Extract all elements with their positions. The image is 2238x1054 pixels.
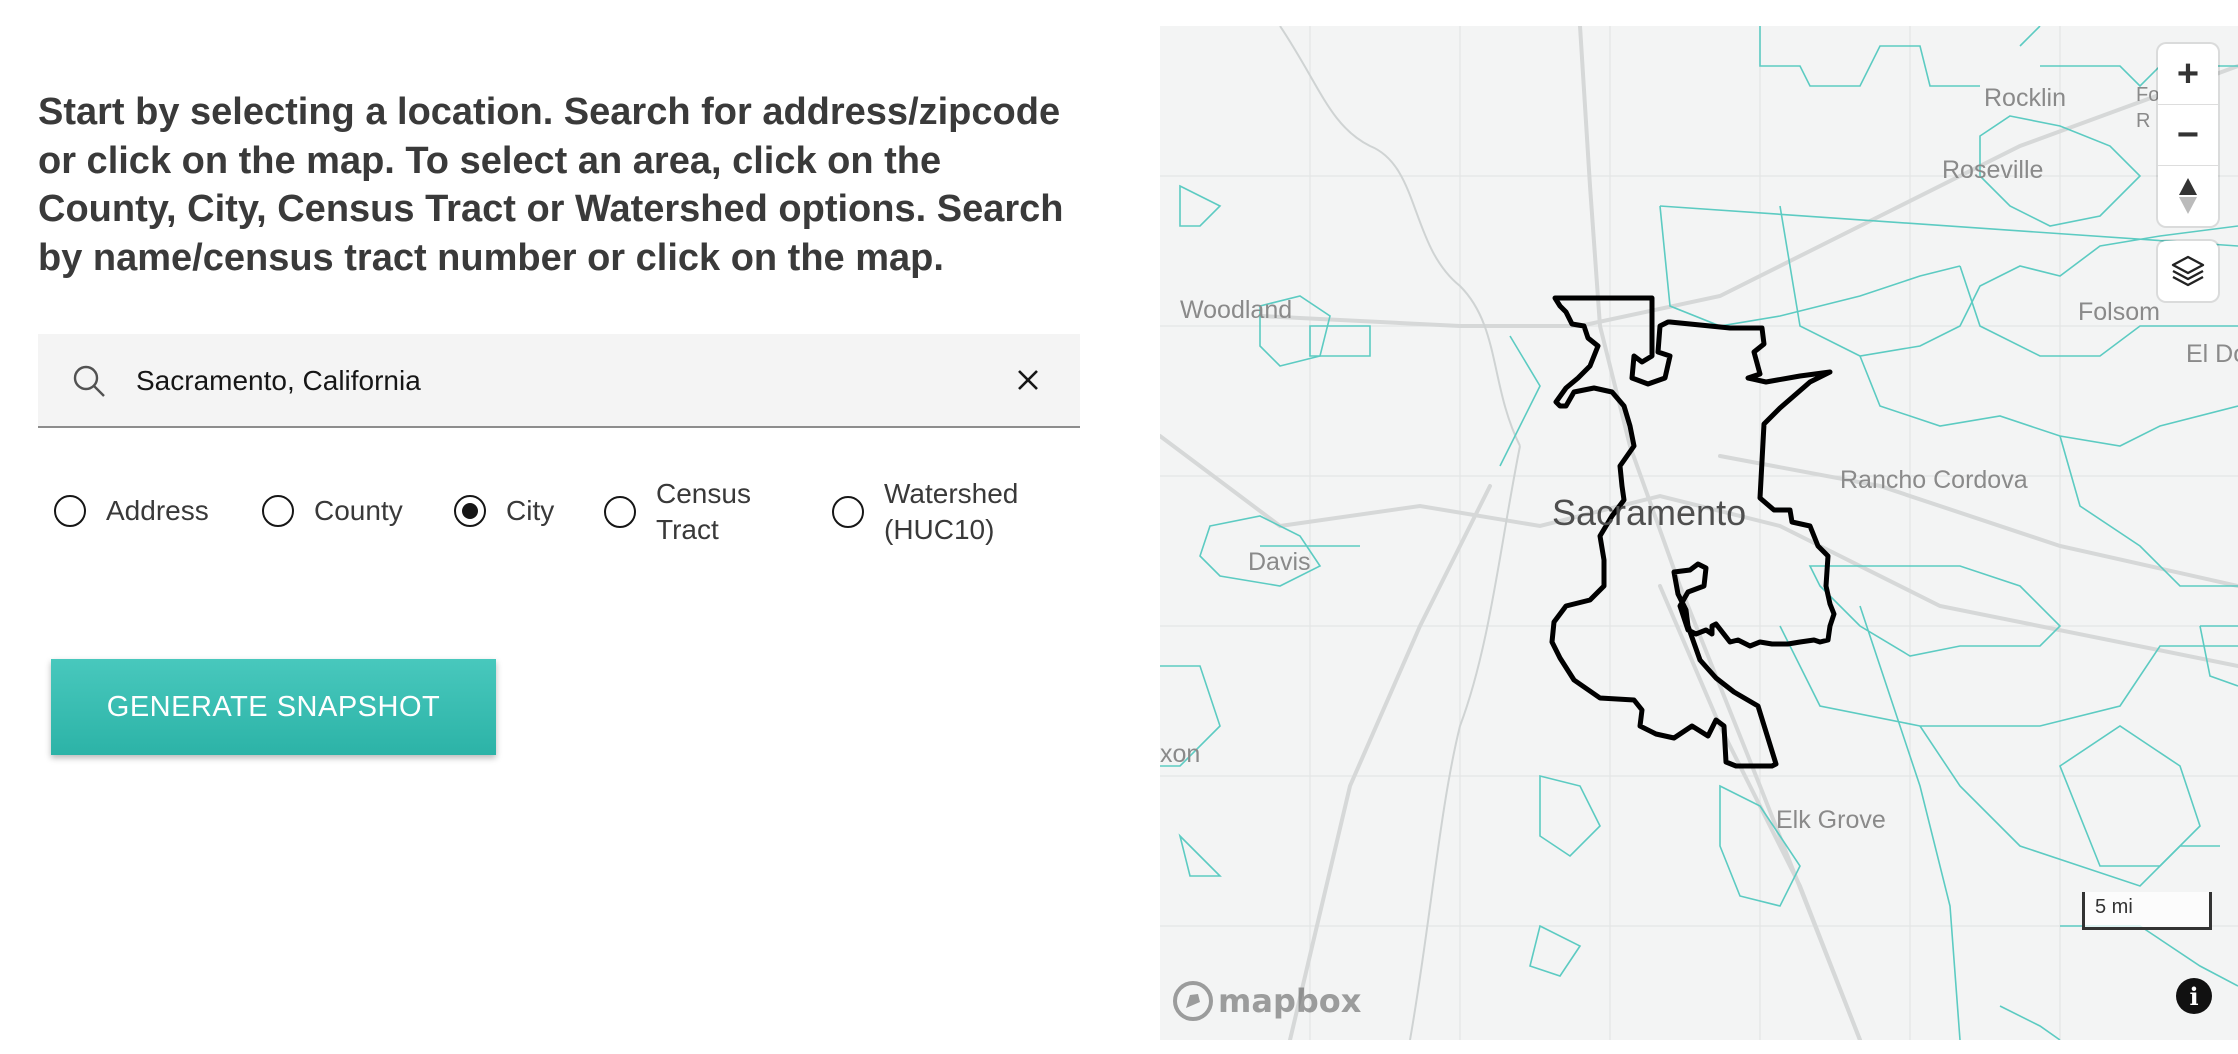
radio-circle[interactable] <box>604 496 636 528</box>
radio-label: County <box>314 495 403 526</box>
generate-snapshot-button[interactable]: GENERATE SNAPSHOT <box>51 659 496 755</box>
place-label-sacramento: Sacramento <box>1552 492 1747 533</box>
place-label-el-dorado: El Do <box>2186 340 2238 368</box>
radio-circle[interactable] <box>54 495 86 527</box>
zoom-out-button[interactable]: − <box>2158 105 2218 166</box>
layers-icon <box>2171 255 2205 287</box>
location-search <box>38 334 1080 428</box>
place-label-davis: Davis <box>1248 548 1311 576</box>
radio-city[interactable]: City <box>454 493 554 529</box>
radio-census-tract[interactable]: Census Tract <box>604 476 751 548</box>
radio-label: Address <box>106 495 209 526</box>
radio-label-line2: Tract <box>656 514 719 545</box>
radio-label-line2: (HUC10) <box>884 514 995 545</box>
radio-circle[interactable] <box>832 496 864 528</box>
place-label-rancho-cordova: Rancho Cordova <box>1840 466 2028 494</box>
place-label-dixon: xon <box>1160 740 1201 768</box>
intro-text: Start by selecting a location. Search fo… <box>38 91 1064 279</box>
radio-label: City <box>506 495 555 526</box>
place-label-woodland: Woodland <box>1180 296 1293 324</box>
radio-label-line1: Watershed <box>884 478 1019 509</box>
place-label-roseville: Roseville <box>1942 156 2044 184</box>
radio-watershed[interactable]: Watershed (HUC10) <box>832 476 1018 548</box>
close-icon[interactable] <box>1010 362 1046 398</box>
search-icon <box>73 365 105 397</box>
attribution-info-button[interactable]: i <box>2176 978 2212 1014</box>
scale-bar: 5 mi <box>2082 892 2212 930</box>
radio-circle[interactable] <box>262 495 294 527</box>
zoom-controls: + − <box>2158 44 2218 226</box>
zoom-in-button[interactable]: + <box>2158 44 2218 105</box>
compass-button[interactable] <box>2158 166 2218 226</box>
radio-label: Census Tract <box>656 476 751 548</box>
radio-county[interactable]: County <box>262 493 403 529</box>
search-input[interactable] <box>134 354 1018 408</box>
place-label-r: R <box>2136 110 2151 132</box>
radio-label: Watershed (HUC10) <box>884 476 1018 548</box>
mapbox-logo-icon <box>1173 981 1213 1021</box>
place-label-fo: Fo <box>2136 84 2160 106</box>
compass-icon <box>2179 178 2197 214</box>
place-label-elk-grove: Elk Grove <box>1776 806 1886 834</box>
mapbox-logo: mapbox <box>1172 980 1361 1022</box>
mapbox-logo-word: mapbox <box>1218 982 1362 1020</box>
map[interactable]: Rocklin Roseville Woodland Folsom El Do … <box>1160 26 2238 1040</box>
radio-label-line1: Census <box>656 478 751 509</box>
radio-address[interactable]: Address <box>54 493 209 529</box>
place-label-rocklin: Rocklin <box>1984 84 2066 112</box>
layers-button[interactable] <box>2158 241 2218 301</box>
radio-circle-selected[interactable] <box>454 495 486 527</box>
place-label-folsom: Folsom <box>2078 298 2160 326</box>
